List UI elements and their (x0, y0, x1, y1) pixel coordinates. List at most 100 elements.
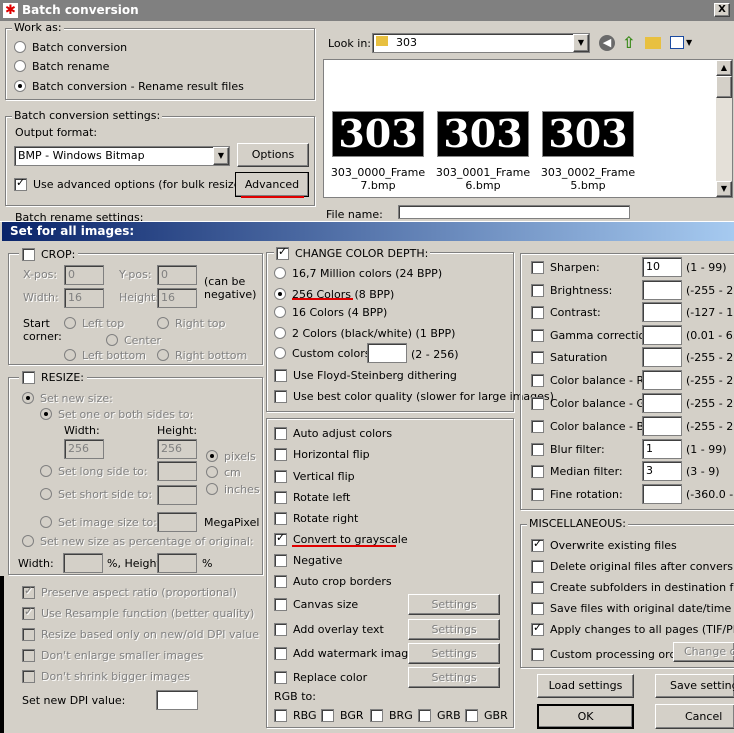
megapixel-input[interactable] (157, 512, 197, 532)
dpi-input[interactable] (156, 690, 198, 710)
radio-short-side[interactable]: Set short side to: (40, 486, 152, 502)
floyd-checkbox[interactable]: Use Floyd-Steinberg dithering (274, 367, 457, 383)
close-button[interactable]: X (714, 3, 730, 17)
replace-color-checkbox[interactable]: Replace color (274, 669, 367, 685)
file-name-input[interactable] (398, 205, 630, 219)
brightness-input[interactable] (642, 280, 682, 300)
rgb-gbr-checkbox[interactable]: GBR (465, 707, 508, 723)
cancel-button[interactable]: Cancel (655, 704, 734, 729)
view-menu-icon[interactable] (670, 36, 684, 49)
resize-width-input[interactable]: 256 (64, 439, 104, 459)
contrast-checkbox[interactable]: Contrast: (531, 304, 601, 320)
blur-filter-checkbox[interactable]: Blur filter: (531, 441, 605, 457)
create-subfolders-checkbox[interactable]: Create subfolders in destination folder (531, 579, 734, 595)
blur-filter-input[interactable]: 1 (642, 439, 682, 459)
thumbnail[interactable]: 303 (332, 111, 424, 157)
radio-pixels[interactable]: pixels (206, 448, 256, 464)
negative-checkbox[interactable]: Negative (274, 552, 342, 568)
ok-button[interactable]: OK (537, 704, 634, 729)
best-quality-checkbox[interactable]: Use best color quality (slower for large… (274, 388, 554, 404)
file-name[interactable]: 303_0001_Frame 6.bmp (435, 166, 531, 192)
auto-crop-checkbox[interactable]: Auto crop borders (274, 573, 392, 589)
save-settings-button[interactable]: Save settings (655, 674, 734, 698)
radio-right-bottom[interactable]: Right bottom (157, 347, 247, 363)
short-side-input[interactable] (157, 485, 197, 505)
no-shrink-checkbox[interactable]: Don't shrink bigger images (22, 668, 190, 684)
radio-custom-colors[interactable]: Custom colors: (274, 345, 374, 361)
radio-24bpp[interactable]: 16,7 Million colors (24 BPP) (274, 265, 442, 281)
median-filter-input[interactable]: 3 (642, 461, 682, 481)
chevron-down-icon[interactable]: ▼ (686, 38, 692, 47)
y-pos-input[interactable]: 0 (157, 265, 197, 285)
custom-order-checkbox[interactable]: Custom processing order (531, 646, 688, 662)
crop-height-input[interactable]: 16 (157, 288, 197, 308)
watermark-settings-button[interactable]: Settings (408, 643, 500, 664)
thumbnail[interactable]: 303 (437, 111, 529, 157)
overwrite-checkbox[interactable]: Overwrite existing files (531, 537, 677, 553)
use-advanced-checkbox[interactable]: Use advanced options (for bulk resize...… (14, 176, 255, 192)
radio-right-top[interactable]: Right top (157, 315, 226, 331)
crop-width-input[interactable]: 16 (64, 288, 104, 308)
auto-adjust-checkbox[interactable]: Auto adjust colors (274, 425, 392, 441)
radio-1bpp[interactable]: 2 Colors (black/white) (1 BPP) (274, 325, 455, 341)
color-balance-g-checkbox[interactable]: Color balance - G: (531, 395, 649, 411)
radio-long-side[interactable]: Set long side to: (40, 463, 148, 479)
new-folder-icon[interactable] (645, 37, 661, 49)
contrast-input[interactable] (642, 302, 682, 322)
color-balance-b-input[interactable] (642, 416, 682, 436)
horizontal-flip-checkbox[interactable]: Horizontal flip (274, 446, 370, 462)
crop-checkbox[interactable]: CROP: (19, 246, 79, 262)
radio-4bpp[interactable]: 16 Colors (4 BPP) (274, 304, 387, 320)
dpi-based-checkbox[interactable]: Resize based only on new/old DPI value (22, 626, 259, 642)
median-filter-checkbox[interactable]: Median filter: (531, 463, 623, 479)
back-icon[interactable]: ◀ (599, 35, 615, 51)
replace-settings-button[interactable]: Settings (408, 667, 500, 688)
radio-left-bottom[interactable]: Left bottom (64, 347, 146, 363)
color-balance-r-input[interactable] (642, 370, 682, 390)
load-settings-button[interactable]: Load settings (537, 674, 634, 698)
radio-left-top[interactable]: Left top (64, 315, 124, 331)
change-order-button[interactable]: Change or (673, 642, 734, 662)
color-balance-g-input[interactable] (642, 393, 682, 413)
gamma-checkbox[interactable]: Gamma correction: (531, 327, 656, 343)
radio-one-or-both[interactable]: Set one or both sides to: (40, 406, 193, 422)
delete-originals-checkbox[interactable]: Delete original files after conversion (531, 558, 734, 574)
radio-image-size[interactable]: Set image size to: (40, 514, 157, 530)
brightness-checkbox[interactable]: Brightness: (531, 282, 612, 298)
rgb-grb-checkbox[interactable]: GRB (418, 707, 461, 723)
file-name[interactable]: 303_0000_Frame 7.bmp (330, 166, 426, 192)
radio-inches[interactable]: inches (206, 481, 260, 497)
color-balance-b-checkbox[interactable]: Color balance - B: (531, 418, 648, 434)
apply-all-pages-checkbox[interactable]: Apply changes to all pages (TIF/PDF s (531, 621, 734, 637)
file-name[interactable]: 303_0002_Frame 5.bmp (540, 166, 636, 192)
sharpen-checkbox[interactable]: Sharpen: (531, 259, 600, 275)
look-in-select[interactable]: 303 ▼ (372, 33, 590, 53)
rgb-rbg-checkbox[interactable]: RBG (274, 707, 317, 723)
no-enlarge-checkbox[interactable]: Don't enlarge smaller images (22, 647, 203, 663)
long-side-input[interactable] (157, 461, 197, 481)
overlay-settings-button[interactable]: Settings (408, 619, 500, 640)
thumbnail[interactable]: 303 (542, 111, 634, 157)
rotate-left-checkbox[interactable]: Rotate left (274, 489, 350, 505)
color-depth-checkbox[interactable]: CHANGE COLOR DEPTH: (274, 245, 431, 261)
chevron-down-icon[interactable]: ▼ (213, 147, 229, 165)
rotate-right-checkbox[interactable]: Rotate right (274, 510, 358, 526)
radio-batch-rename[interactable]: Batch rename (14, 58, 109, 74)
pct-height-input[interactable] (157, 553, 197, 573)
output-format-select[interactable]: BMP - Windows Bitmap ▼ (14, 146, 230, 166)
original-date-checkbox[interactable]: Save files with original date/time (531, 600, 731, 616)
custom-colors-input[interactable] (367, 343, 407, 363)
scroll-down-icon[interactable]: ▼ (716, 181, 732, 197)
rgb-brg-checkbox[interactable]: BRG (370, 707, 413, 723)
saturation-input[interactable] (642, 347, 682, 367)
color-balance-r-checkbox[interactable]: Color balance - R: (531, 372, 648, 388)
radio-cm[interactable]: cm (206, 464, 241, 480)
sharpen-input[interactable]: 10 (642, 257, 682, 277)
scrollbar[interactable]: ▲ ▼ (716, 60, 732, 197)
advanced-button[interactable]: Advanced (235, 172, 309, 197)
watermark-checkbox[interactable]: Add watermark image (274, 645, 415, 661)
overlay-text-checkbox[interactable]: Add overlay text (274, 621, 384, 637)
resize-checkbox[interactable]: RESIZE: (19, 369, 88, 385)
vertical-flip-checkbox[interactable]: Vertical flip (274, 468, 355, 484)
preserve-aspect-checkbox[interactable]: Preserve aspect ratio (proportional) (22, 584, 237, 600)
